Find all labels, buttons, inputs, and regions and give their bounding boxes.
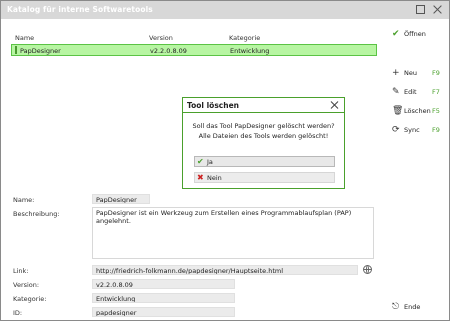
nein-button[interactable]: ✖ Nein — [194, 172, 335, 183]
offnen-label: Öffnen — [404, 30, 426, 38]
loeschen-shortcut: F5 — [432, 107, 440, 115]
cell-name: PapDesigner — [20, 47, 61, 55]
sync-shortcut: F9 — [432, 126, 440, 134]
link-field[interactable]: http://friedrich-folkmann.de/papdesigner… — [92, 265, 358, 275]
cross-icon: ✖ — [197, 173, 204, 182]
edit-label: Edit — [404, 88, 417, 96]
window-title: Katalog für interne Softwaretools — [7, 5, 153, 14]
column-header-version[interactable]: Version — [149, 34, 173, 42]
neu-label: Neu — [404, 69, 417, 77]
name-field[interactable]: PapDesigner — [92, 194, 150, 204]
loeschen-label: Löschen — [404, 107, 431, 115]
row-marker — [15, 46, 17, 54]
beschreibung-label: Beschreibung: — [13, 210, 60, 218]
dialog-title: Tool löschen — [187, 101, 240, 110]
name-label: Name: — [13, 196, 35, 204]
close-icon[interactable] — [433, 5, 442, 14]
pencil-icon: ✎ — [392, 87, 400, 97]
version-field[interactable]: v2.2.0.8.09 — [92, 279, 235, 289]
sync-icon: ⟳ — [392, 125, 400, 135]
cell-version: v2.2.0.8.09 — [150, 47, 187, 55]
neu-shortcut: F9 — [432, 69, 440, 77]
column-header-kategorie[interactable]: Kategorie — [229, 34, 260, 42]
exit-icon: ⎋ — [392, 302, 400, 312]
cell-kategorie: Entwicklung — [230, 47, 270, 55]
main-window: Katalog für interne Softwaretools Name V… — [0, 0, 450, 321]
ende-label: Ende — [404, 303, 421, 311]
nein-label: Nein — [207, 174, 222, 182]
column-header-name[interactable]: Name — [15, 34, 34, 42]
ja-label: Ja — [207, 158, 213, 166]
globe-icon[interactable] — [363, 265, 372, 274]
maximize-icon[interactable] — [416, 5, 425, 14]
checkmark-icon: ✔ — [197, 157, 204, 166]
trash-icon: 🗑 — [392, 106, 404, 116]
id-label: ID: — [13, 309, 23, 317]
dialog-message-line2: Alle Dateien des Tools werden gelöscht! — [198, 132, 329, 140]
kategorie-field[interactable]: Entwicklung — [92, 293, 235, 303]
table-row[interactable]: PapDesigner v2.2.0.8.09 Entwicklung — [11, 44, 377, 56]
dialog-close-icon[interactable] — [330, 100, 340, 110]
dialog-divider — [183, 112, 344, 113]
id-field[interactable]: papdesigner — [92, 307, 235, 317]
beschreibung-field[interactable]: PapDesigner ist ein Werkzeug zum Erstell… — [92, 207, 374, 259]
checkmark-icon: ✔ — [392, 29, 400, 39]
delete-dialog: Tool löschen Soll das Tool PapDesigner g… — [182, 97, 345, 189]
link-label: Link: — [13, 267, 29, 275]
ja-button[interactable]: ✔ Ja — [194, 156, 335, 167]
dialog-message-line1: Soll das Tool PapDesigner gelöscht werde… — [192, 122, 335, 130]
kategorie-label: Kategorie: — [13, 295, 47, 303]
edit-shortcut: F7 — [432, 88, 440, 96]
sync-label: Sync — [404, 126, 420, 134]
version-label: Version: — [13, 281, 40, 289]
title-bar: Katalog für interne Softwaretools — [1, 1, 449, 19]
plus-icon: + — [392, 68, 400, 78]
